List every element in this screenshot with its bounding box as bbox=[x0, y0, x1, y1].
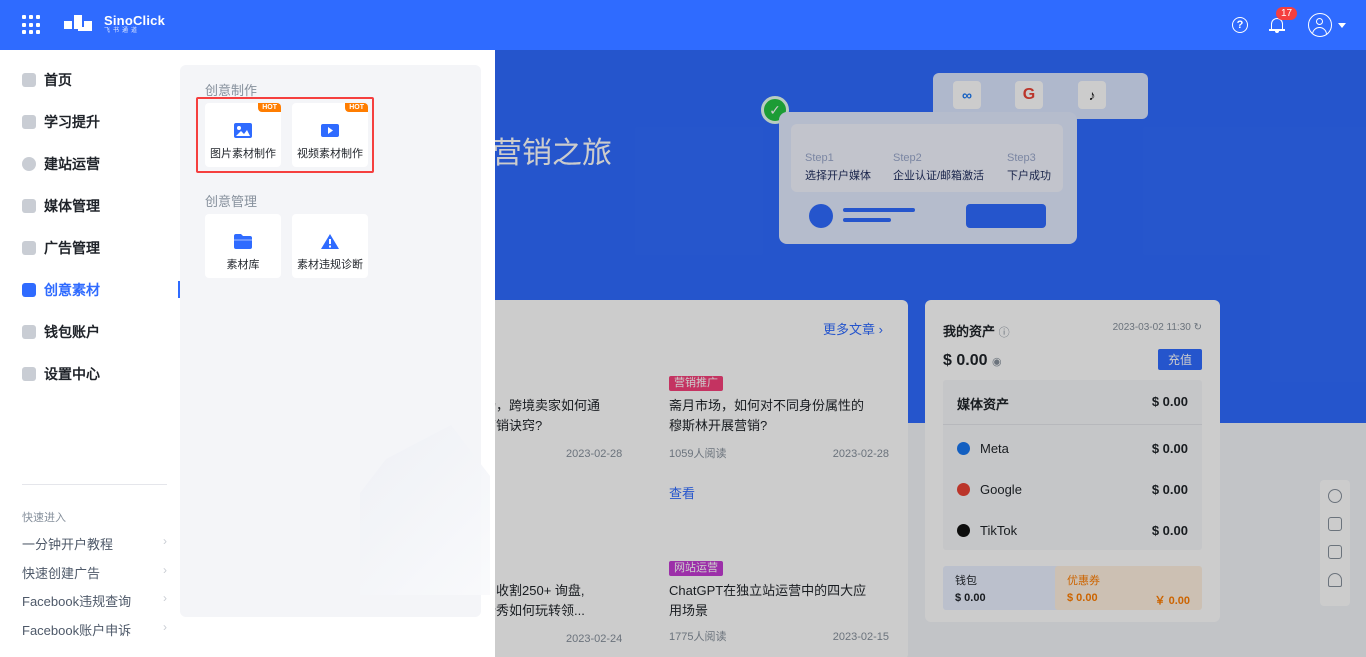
chevron-right-icon: › bbox=[163, 563, 167, 577]
ads-icon bbox=[22, 241, 36, 255]
sidebar-item-website[interactable]: 建站运营 bbox=[22, 152, 180, 176]
tile-label: 视频素材制作 bbox=[297, 148, 363, 160]
chevron-right-icon: › bbox=[163, 620, 167, 634]
settings-icon bbox=[22, 367, 36, 381]
logo-subtitle: 飞书通道 bbox=[104, 28, 141, 34]
sidebar-item-label: 创意素材 bbox=[44, 282, 100, 298]
warning-icon bbox=[321, 234, 339, 249]
quick-item-open-account[interactable]: 一分钟开户教程 › bbox=[22, 534, 167, 553]
section-creative-production: 创意制作 bbox=[205, 83, 258, 98]
notification-count-badge: 17 bbox=[1276, 7, 1298, 20]
sidebar-item-settings[interactable]: 设置中心 bbox=[22, 362, 180, 386]
sidebar-item-creative[interactable]: 创意素材 bbox=[22, 278, 180, 302]
video-icon bbox=[321, 124, 339, 137]
quick-item-label: 快速创建广告 bbox=[22, 566, 101, 581]
quick-item-fb-appeal[interactable]: Facebook账户申诉 › bbox=[22, 620, 167, 639]
quick-item-label: 一分钟开户教程 bbox=[22, 537, 114, 552]
section-creative-management: 创意管理 bbox=[205, 194, 258, 209]
sidebar: 首页 学习提升 建站运营 媒体管理 广告管理 创意素材 钱包账户 设置中心 快速… bbox=[0, 50, 180, 657]
quick-item-fb-violation[interactable]: Facebook违规查询 › bbox=[22, 591, 167, 610]
logo-mark-icon bbox=[64, 13, 100, 35]
chevron-right-icon: › bbox=[163, 591, 167, 605]
hot-badge: HOT bbox=[345, 103, 368, 112]
app-grid-icon[interactable] bbox=[22, 15, 42, 35]
tile-label: 素材库 bbox=[226, 259, 260, 271]
sidebar-divider bbox=[22, 484, 167, 485]
tile-video-creative[interactable]: HOT 视频素材制作 bbox=[292, 103, 368, 167]
sidebar-item-label: 首页 bbox=[44, 72, 72, 88]
quick-item-label: Facebook违规查询 bbox=[22, 594, 132, 609]
quick-access-title: 快速进入 bbox=[22, 512, 66, 524]
logo[interactable]: SinoClick 飞书通道 bbox=[64, 13, 165, 35]
tile-image-creative[interactable]: HOT 图片素材制作 bbox=[205, 103, 281, 167]
sidebar-item-ads[interactable]: 广告管理 bbox=[22, 236, 180, 260]
tile-label: 素材违规诊断 bbox=[297, 259, 363, 271]
sidebar-item-label: 媒体管理 bbox=[44, 198, 100, 214]
quick-item-label: Facebook账户申诉 bbox=[22, 623, 132, 638]
folder-icon bbox=[234, 234, 252, 249]
hot-badge: HOT bbox=[258, 103, 281, 112]
chevron-down-icon[interactable] bbox=[1338, 22, 1346, 28]
creative-submenu: 创意制作 HOT 图片素材制作 HOT 视频素材制作 创意管理 素材库 素材违规… bbox=[180, 50, 495, 657]
wallet-icon bbox=[22, 325, 36, 339]
help-circle-icon[interactable]: ? bbox=[1232, 17, 1248, 33]
media-icon bbox=[22, 199, 36, 213]
sidebar-item-label: 广告管理 bbox=[44, 240, 100, 256]
website-icon bbox=[22, 157, 36, 171]
creative-icon bbox=[22, 283, 36, 297]
tile-violation-diagnosis[interactable]: 素材违规诊断 bbox=[292, 214, 368, 278]
top-bar: SinoClick 飞书通道 ? 17 bbox=[0, 0, 1366, 50]
sidebar-item-label: 建站运营 bbox=[44, 156, 100, 172]
notification-bell-icon[interactable]: 17 bbox=[1268, 7, 1298, 34]
user-avatar-icon[interactable] bbox=[1308, 13, 1332, 37]
sidebar-item-media[interactable]: 媒体管理 bbox=[22, 194, 180, 218]
sidebar-item-label: 设置中心 bbox=[44, 366, 100, 382]
home-icon bbox=[22, 73, 36, 87]
logo-name: SinoClick bbox=[104, 13, 166, 28]
sidebar-item-label: 学习提升 bbox=[44, 114, 100, 130]
learning-icon bbox=[22, 115, 36, 129]
tile-asset-library[interactable]: 素材库 bbox=[205, 214, 281, 278]
chevron-right-icon: › bbox=[163, 534, 167, 548]
quick-item-create-ad[interactable]: 快速创建广告 › bbox=[22, 563, 167, 582]
sidebar-item-wallet[interactable]: 钱包账户 bbox=[22, 320, 180, 344]
sidebar-item-label: 钱包账户 bbox=[44, 324, 100, 340]
sidebar-item-home[interactable]: 首页 bbox=[22, 68, 180, 92]
image-icon bbox=[234, 123, 252, 138]
sidebar-item-learning[interactable]: 学习提升 bbox=[22, 110, 180, 134]
tile-label: 图片素材制作 bbox=[210, 148, 276, 160]
